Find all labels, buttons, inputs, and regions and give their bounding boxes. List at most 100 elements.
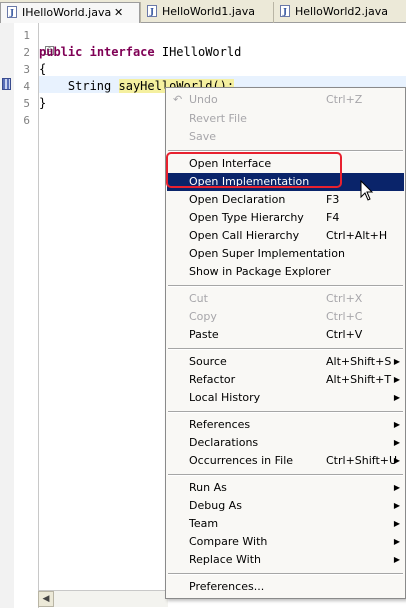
menu-item-shortcut: Ctrl+Alt+H [326,229,388,242]
menu-item-label: Compare With [189,535,268,548]
menu-item-label: Revert File [189,112,247,125]
menu-item-compare-with[interactable]: Compare With ▶ [167,533,404,551]
menu-item-label: Paste [189,328,219,341]
line-number-gutter: 1 2 3 4 5 6 ⊖ [14,23,54,608]
code-line-3: { [39,62,47,76]
menu-item-debug-as[interactable]: Debug As ▶ [167,497,404,515]
menu-item-label: Open Declaration [189,193,286,206]
occurrence-marker-icon [2,78,11,90]
submenu-arrow-icon: ▶ [393,357,400,366]
keyword-public: public [39,45,83,59]
annotation-highlight-box [166,152,342,188]
menu-item-replace-with[interactable]: Replace With ▶ [167,551,404,569]
submenu-arrow-icon: ▶ [393,456,400,465]
menu-item-open-super-implementation[interactable]: Open Super Implementation [167,245,404,263]
line-number: 4 [23,80,30,93]
menu-item-label: Open Type Hierarchy [189,211,304,224]
submenu-arrow-icon: ▶ [393,375,400,384]
menu-item-cut[interactable]: Cut Ctrl+X [167,290,404,308]
menu-item-shortcut: Ctrl+V [326,328,363,341]
submenu-arrow-icon: ▶ [393,420,400,429]
tab-label: HelloWorld2.java [295,5,388,18]
tab-label: IHelloWorld.java [22,6,112,19]
menu-item-local-history[interactable]: Local History ▶ [167,389,404,407]
menu-item-shortcut: Ctrl+X [326,292,363,305]
overview-ruler [0,23,14,608]
menu-item-declarations[interactable]: Declarations ▶ [167,434,404,452]
keyword-interface: interface [89,45,155,59]
menu-item-team[interactable]: Team ▶ [167,515,404,533]
line-number: 5 [23,97,30,110]
code-line-5: } [39,96,47,110]
menu-item-revert-file[interactable]: Revert File [167,110,404,128]
menu-item-preferences[interactable]: Preferences... [167,578,404,596]
menu-item-paste[interactable]: Paste Ctrl+V [167,326,404,344]
return-type: String [67,79,112,93]
menu-item-open-type-hierarchy[interactable]: Open Type Hierarchy F4 [167,209,404,227]
tab-helloworld1-java[interactable]: J HelloWorld1.java [140,2,273,23]
horizontal-scrollbar[interactable]: ◀ [38,590,168,607]
menu-item-label: Open Call Hierarchy [189,229,300,242]
menu-item-label: Preferences... [189,580,265,593]
menu-item-label: Cut [189,292,208,305]
line-number: 2 [23,46,30,59]
menu-item-label: Run As [189,481,227,494]
menu-item-shortcut: F4 [326,211,340,224]
submenu-arrow-icon: ▶ [393,438,400,447]
submenu-arrow-icon: ▶ [393,555,400,564]
line-number: 1 [23,29,30,42]
menu-item-occurrences-in-file[interactable]: Occurrences in File Ctrl+Shift+U ▶ [167,452,404,470]
java-file-icon: J [7,6,17,18]
menu-item-undo[interactable]: ↶ Undo Ctrl+Z [167,91,404,109]
menu-item-shortcut: Ctrl+Z [326,93,363,106]
java-file-icon: J [147,5,157,17]
menu-item-label: Undo [189,93,218,106]
menu-item-label: Save [189,130,217,143]
submenu-arrow-icon: ▶ [393,519,400,528]
menu-item-show-in-package-explorer[interactable]: Show in Package Explorer [167,263,404,281]
menu-item-save[interactable]: Save [167,128,404,146]
submenu-arrow-icon: ▶ [393,393,400,402]
menu-item-source[interactable]: Source Alt+Shift+S ▶ [167,353,404,371]
menu-item-open-call-hierarchy[interactable]: Open Call Hierarchy Ctrl+Alt+H [167,227,404,245]
menu-item-label: Occurrences in File [189,454,294,467]
menu-item-label: Source [189,355,227,368]
submenu-arrow-icon: ▶ [393,501,400,510]
undo-icon: ↶ [173,93,183,106]
menu-item-label: Show in Package Explorer [189,265,331,278]
mouse-pointer-icon [360,180,374,201]
editor-tab-bar: J IHelloWorld.java ✕ J HelloWorld1.java … [0,0,406,23]
menu-item-label: Team [189,517,219,530]
scroll-left-icon[interactable]: ◀ [38,591,54,607]
menu-item-refactor[interactable]: Refactor Alt+Shift+T ▶ [167,371,404,389]
java-file-icon: J [280,5,290,17]
menu-separator [168,285,403,287]
menu-item-label: Open Super Implementation [189,247,345,260]
menu-item-references[interactable]: References ▶ [167,416,404,434]
menu-item-copy[interactable]: Copy Ctrl+C [167,308,404,326]
submenu-arrow-icon: ▶ [393,537,400,546]
interface-name: IHelloWorld [161,45,242,59]
menu-item-label: Replace With [189,553,261,566]
menu-item-label: Declarations [189,436,259,449]
menu-item-label: References [189,418,251,431]
menu-item-shortcut: F3 [326,193,340,206]
tab-helloworld2-java[interactable]: J HelloWorld2.java [273,2,406,23]
menu-separator [168,474,403,476]
menu-item-run-as[interactable]: Run As ▶ [167,479,404,497]
menu-item-shortcut: Alt+Shift+T [326,373,392,386]
menu-item-label: Local History [189,391,261,404]
code-line-2: public interface IHelloWorld [39,44,241,61]
menu-item-shortcut: Ctrl+C [326,310,363,323]
menu-item-label: Debug As [189,499,242,512]
menu-item-label: Refactor [189,373,236,386]
submenu-arrow-icon: ▶ [393,483,400,492]
menu-separator [168,411,403,413]
menu-item-shortcut: Alt+Shift+S [326,355,392,368]
menu-item-label: Copy [189,310,217,323]
close-icon[interactable]: ✕ [114,3,123,22]
line-number: 6 [23,114,30,127]
tab-label: HelloWorld1.java [162,5,255,18]
tab-ihelloworld-java[interactable]: J IHelloWorld.java ✕ [0,2,140,23]
menu-separator [168,348,403,350]
